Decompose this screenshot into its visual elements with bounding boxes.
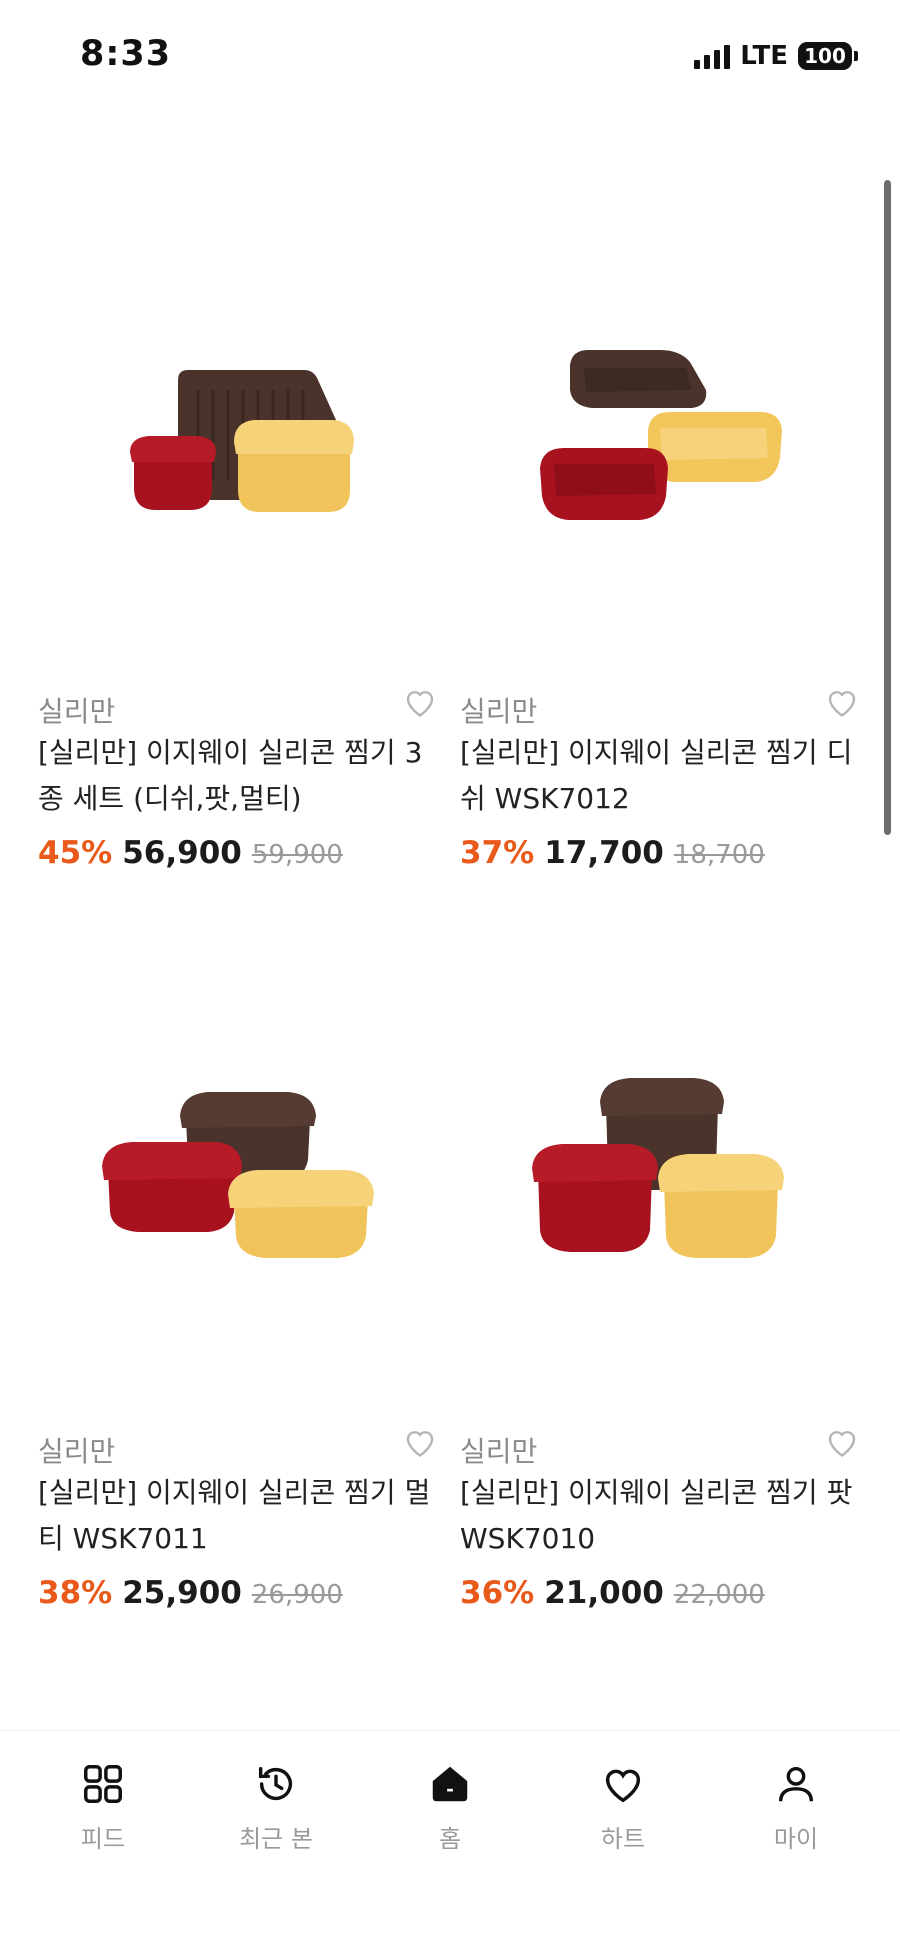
grid-icon [84,1765,122,1803]
heart-icon[interactable] [402,1424,438,1460]
discount-rate: 38% [38,1575,113,1611]
tab-recent[interactable]: 최근 본 [216,1761,336,1871]
person-icon [778,1766,814,1802]
tab-home[interactable]: 홈 [390,1761,510,1871]
scrollbar[interactable] [884,180,891,835]
sale-price: 17,700 [544,835,664,871]
sale-price: 21,000 [544,1575,664,1611]
discount-rate: 36% [460,1575,535,1611]
sale-price: 25,900 [122,1575,242,1611]
heart-icon[interactable] [824,684,860,720]
product-image[interactable] [38,930,438,1430]
price-row: 37% 17,700 18,700 [460,835,765,871]
heart-icon [605,1769,641,1803]
tab-label: 마이 [773,1825,819,1853]
product-title[interactable]: [실리만] 이지웨이 실리콘 찜기 멀티 WSK7011 [38,1470,438,1562]
product-title[interactable]: [실리만] 이지웨이 실리콘 찜기 팟 WSK7010 [460,1470,860,1562]
product-brand: 실리만 [460,695,538,728]
tab-label: 하트 [600,1825,646,1853]
discount-rate: 37% [460,835,535,871]
home-icon [432,1766,468,1802]
product-image[interactable] [38,190,438,690]
original-price: 22,000 [673,1580,765,1610]
price-row: 36% 21,000 22,000 [460,1575,765,1611]
product-image[interactable] [460,930,860,1430]
product-brand: 실리만 [38,1435,116,1468]
original-price: 18,700 [673,840,765,870]
tab-label: 최근 본 [239,1825,313,1853]
product-title[interactable]: [실리만] 이지웨이 실리콘 찜기 3종 세트 (디쉬,팟,멀티) [38,730,438,822]
network-label: LTE [740,41,788,71]
status-bar: 8:33 LTE 100 [0,0,900,110]
price-row: 45% 56,900 59,900 [38,835,343,871]
sale-price: 56,900 [122,835,242,871]
heart-icon[interactable] [402,684,438,720]
status-indicators: LTE 100 [694,40,858,72]
battery-icon: 100 [798,42,858,70]
heart-icon[interactable] [824,1424,860,1460]
tab-label: 홈 [438,1825,462,1853]
product-brand: 실리만 [38,695,116,728]
price-row: 38% 25,900 26,900 [38,1575,343,1611]
tab-heart[interactable]: 하트 [563,1761,683,1871]
tab-feed[interactable]: 피드 [43,1761,163,1871]
battery-level: 100 [798,42,852,70]
product-image[interactable] [460,190,860,690]
tab-my[interactable]: 마이 [736,1761,856,1871]
bottom-tab-bar: 피드 최근 본 홈 하트 마이 [0,1730,900,1947]
original-price: 59,900 [251,840,343,870]
discount-rate: 45% [38,835,113,871]
original-price: 26,900 [251,1580,343,1610]
status-time: 8:33 [80,34,172,74]
product-title[interactable]: [실리만] 이지웨이 실리콘 찜기 디쉬 WSK7012 [460,730,860,822]
history-icon [258,1766,293,1801]
product-brand: 실리만 [460,1435,538,1468]
signal-icon [694,43,731,69]
tab-label: 피드 [80,1825,126,1853]
